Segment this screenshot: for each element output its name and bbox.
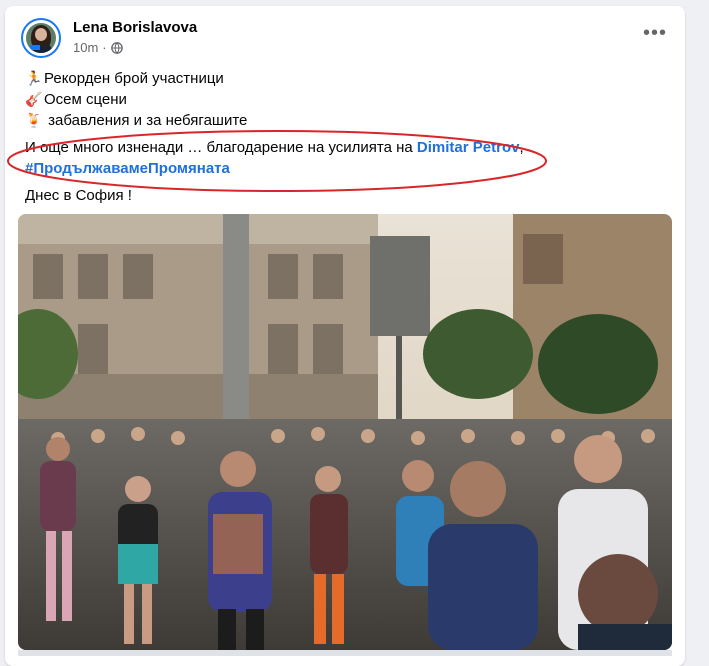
avatar-face bbox=[35, 28, 47, 41]
avatar-photo bbox=[26, 23, 56, 53]
avatar[interactable] bbox=[21, 18, 61, 58]
post-line: 🏃 Рекорден брой участници bbox=[25, 68, 665, 89]
next-photo-strip[interactable] bbox=[18, 650, 672, 656]
marathon-photo[interactable] bbox=[18, 214, 672, 650]
post-text: 🏃 Рекорден брой участници 🎸 Осем сцени 🍹… bbox=[25, 68, 665, 206]
meta-separator: · bbox=[102, 40, 107, 55]
post-line-text: Осем сцени bbox=[44, 91, 127, 108]
post-meta: 10m · bbox=[73, 40, 123, 55]
hashtag-link[interactable]: #ПродължавамеПромяната bbox=[25, 160, 230, 177]
runner-emoji-icon: 🏃 bbox=[25, 70, 43, 86]
globe-icon[interactable] bbox=[110, 41, 123, 54]
post-line: 🍹 забавления и за небягашите bbox=[25, 110, 665, 131]
comma: , bbox=[519, 139, 524, 156]
more-options-icon[interactable]: ••• bbox=[637, 23, 673, 46]
post-line: 🎸 Осем сцени bbox=[25, 89, 665, 110]
thanks-line: И още много изненади … благодарение на у… bbox=[25, 137, 665, 158]
mention-link[interactable]: Dimitar Petrov bbox=[417, 139, 520, 156]
post-timestamp[interactable]: 10m bbox=[73, 40, 98, 55]
post-header: Lena Borislavova 10m · ••• bbox=[21, 18, 671, 62]
thanks-text: И още много изненади … благодарение на у… bbox=[25, 139, 417, 156]
hashtag-line: #ПродължавамеПромяната bbox=[25, 158, 665, 179]
photo-illustration bbox=[18, 214, 672, 650]
post-line-text: Рекорден брой участници bbox=[44, 70, 224, 87]
guitar-emoji-icon: 🎸 bbox=[25, 91, 43, 107]
closing-line: Днес в София ! bbox=[25, 187, 132, 204]
author-name[interactable]: Lena Borislavova bbox=[73, 19, 197, 36]
avatar-badge bbox=[30, 45, 40, 50]
drink-emoji-icon: 🍹 bbox=[25, 112, 43, 128]
post-line-text: забавления и за небягашите bbox=[44, 112, 248, 129]
